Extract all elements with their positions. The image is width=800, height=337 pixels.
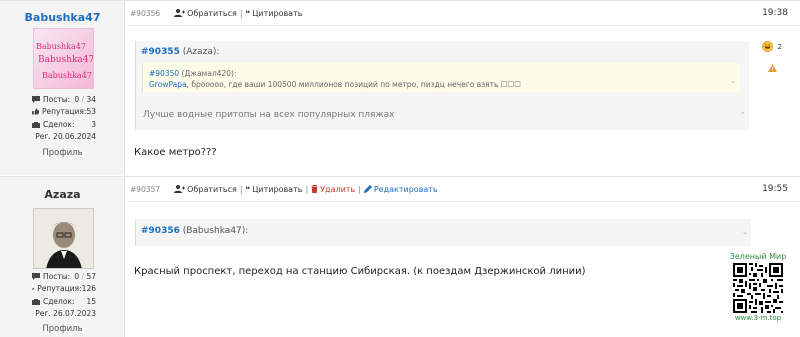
- author-sidebar: Babushka47 Babushka47 Babushka47 Babushk…: [0, 1, 125, 175]
- bag-icon: [32, 298, 40, 305]
- reply-label: Обратиться: [187, 184, 237, 194]
- reputation-value: 126: [81, 284, 96, 294]
- thumbs-up-icon: [32, 287, 35, 290]
- user-plus-icon: [174, 185, 186, 193]
- username-link[interactable]: Azaza: [0, 188, 125, 201]
- trash-icon: [311, 185, 319, 193]
- edit-button[interactable]: Редактировать: [363, 184, 438, 194]
- post-body: Какое метро???: [134, 147, 217, 158]
- username-link[interactable]: Babushka47: [0, 11, 125, 24]
- quote-text: Лучше водные притопы на всех популярных …: [143, 110, 395, 120]
- sponsor-banner[interactable]: Зеленый Мир www.3-m.top: [727, 252, 789, 322]
- user-stats: Посты: 0 / 34 Репутация: 53 Сделок: 3 Ре…: [32, 93, 96, 143]
- registration-date: Рег. 20.06.2024: [35, 132, 96, 142]
- nested-quote: #90350 (Джамал420): GrowPapa, брооооо, г…: [142, 63, 740, 92]
- avatar[interactable]: [33, 208, 94, 269]
- chevron-down-icon[interactable]: ⌄: [742, 228, 748, 236]
- thumbs-up-icon: [32, 108, 39, 115]
- laugh-emoji-icon: [761, 40, 774, 53]
- deals-value: 15: [86, 296, 96, 306]
- avatar-photo: [34, 209, 93, 268]
- reaction-count: 2: [777, 42, 782, 51]
- quote-label: Цитировать: [252, 8, 303, 18]
- quote-label: Цитировать: [252, 184, 303, 194]
- delete-button[interactable]: Удалить: [311, 185, 355, 194]
- nested-quote-text: , брооооо, где ваши 100500 миллионов поз…: [186, 80, 522, 89]
- edit-label: Редактировать: [373, 184, 438, 194]
- posts-count: 0: [74, 271, 80, 281]
- posts-label: Посты:: [43, 271, 71, 281]
- deals-value: 3: [91, 119, 96, 129]
- posts-total: 57: [86, 271, 96, 281]
- post-time: 19:38: [762, 8, 788, 18]
- quote-block: #90356 (Babushka47): ⌄: [135, 219, 751, 246]
- avatar-caption: Babushka47: [42, 71, 92, 80]
- posts-total: 34: [86, 94, 96, 104]
- delete-label: Удалить: [320, 184, 356, 194]
- reply-button[interactable]: Обратиться: [174, 185, 237, 194]
- chevron-up-icon[interactable]: ⌃: [740, 111, 746, 119]
- quote-button[interactable]: ❝ Цитировать: [246, 9, 303, 18]
- post-number[interactable]: #90357: [130, 185, 160, 194]
- sponsor-url[interactable]: www.3-m.top: [727, 314, 789, 322]
- warning-icon: [767, 64, 777, 72]
- quote-icon: ❝: [245, 184, 251, 194]
- reply-button[interactable]: Обратиться: [174, 9, 237, 18]
- post: Azaza Посты: 0 / 57 Репутация: 126 Сдело…: [0, 176, 800, 337]
- quote-post-link[interactable]: #90355: [141, 47, 180, 57]
- post-time: 19:55: [762, 184, 788, 194]
- quote-post-link[interactable]: #90356: [141, 226, 180, 236]
- post-toolbar: #90357 Обратиться | ❝ Цитировать | Удали…: [126, 177, 800, 202]
- qr-code-graphic: [733, 263, 783, 313]
- post-number[interactable]: #90356: [130, 9, 160, 18]
- nested-quote-link[interactable]: #90350: [149, 69, 179, 78]
- quote-block: #90355 (Azaza): #90350 (Джамал420): Grow…: [135, 41, 749, 130]
- profile-link[interactable]: Профиль: [0, 324, 125, 334]
- user-stats: Посты: 0 / 57 Репутация: 126 Сделок: 15 …: [32, 270, 96, 320]
- bag-icon: [32, 121, 40, 128]
- separator: |: [305, 184, 309, 194]
- avatar-caption: Babushka47: [38, 55, 94, 65]
- chevron-down-icon[interactable]: ⌄: [730, 77, 736, 85]
- post-body: Красный проспект, переход на станцию Сиб…: [134, 266, 586, 277]
- posts-label: Посты:: [43, 94, 71, 104]
- pencil-icon: [363, 185, 372, 193]
- report-button[interactable]: [757, 64, 787, 74]
- post: Babushka47 Babushka47 Babushka47 Babushk…: [0, 0, 800, 175]
- deals-label: Сделок:: [43, 119, 75, 129]
- registration-date: Рег. 26.07.2023: [35, 309, 96, 319]
- reply-label: Обратиться: [187, 8, 237, 18]
- posts-count: 0: [74, 94, 80, 104]
- comments-icon: [32, 95, 40, 103]
- sponsor-title: Зеленый Мир: [729, 252, 787, 261]
- avatar[interactable]: Babushka47 Babushka47 Babushka47: [33, 28, 94, 89]
- nested-quote-author: (Джамал420):: [181, 69, 237, 78]
- reputation-value: 53: [86, 107, 96, 117]
- reputation-label: Репутация:: [41, 107, 87, 117]
- profile-link[interactable]: Профиль: [0, 148, 125, 158]
- quote-author: (Azaza):: [182, 47, 220, 57]
- quote-button[interactable]: ❝ Цитировать: [246, 185, 303, 194]
- comments-icon: [32, 272, 40, 280]
- separator: |: [239, 8, 243, 18]
- author-sidebar: Azaza Посты: 0 / 57 Репутация: 126 Сдело…: [0, 177, 125, 337]
- deals-label: Сделок:: [43, 296, 75, 306]
- reaction-laugh[interactable]: 2: [757, 40, 787, 53]
- user-plus-icon: [174, 9, 186, 17]
- separator: |: [358, 184, 361, 194]
- mention-link[interactable]: GrowPapa: [149, 80, 187, 89]
- qr-code: [733, 263, 783, 313]
- quote-author: (Babushka47):: [182, 226, 249, 236]
- post-toolbar: #90356 Обратиться | ❝ Цитировать 19:38: [126, 1, 800, 26]
- reputation-label: Репутация:: [37, 284, 82, 294]
- separator: |: [239, 184, 243, 194]
- avatar-caption: Babushka47: [36, 42, 86, 51]
- quote-icon: ❝: [245, 8, 251, 18]
